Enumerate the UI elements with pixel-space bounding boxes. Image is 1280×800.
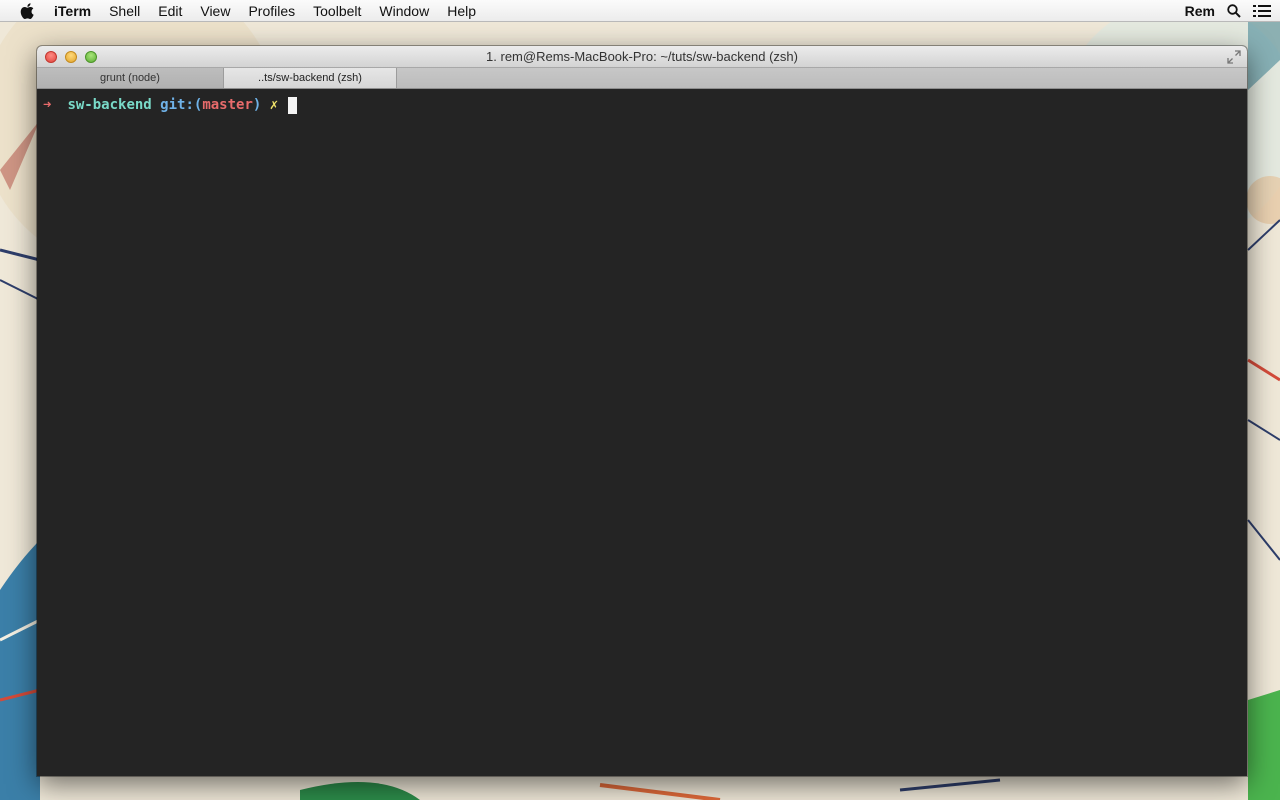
menu-user-name[interactable]: Rem xyxy=(1176,0,1224,22)
apple-logo-icon[interactable] xyxy=(19,2,35,20)
window-titlebar[interactable]: 1. rem@Rems-MacBook-Pro: ~/tuts/sw-backe… xyxy=(37,46,1247,68)
notification-list-icon[interactable] xyxy=(1252,0,1272,22)
shell-prompt: ➜ sw-backend git:(master) ✗ xyxy=(43,96,298,114)
terminal-output[interactable]: ➜ sw-backend git:(master) ✗ xyxy=(37,89,1247,776)
menu-window[interactable]: Window xyxy=(370,0,438,22)
search-icon[interactable] xyxy=(1224,0,1244,22)
terminal-window: 1. rem@Rems-MacBook-Pro: ~/tuts/sw-backe… xyxy=(37,46,1247,776)
menu-extras: Rem xyxy=(1176,0,1280,22)
prompt-git-label: git: xyxy=(160,97,194,113)
fullscreen-icon[interactable] xyxy=(1227,50,1241,64)
menu-shell[interactable]: Shell xyxy=(100,0,149,22)
tab-sw-backend[interactable]: ..ts/sw-backend (zsh) xyxy=(224,68,397,88)
tab-bar: grunt (node) ..ts/sw-backend (zsh) xyxy=(37,68,1247,89)
prompt-branch-open: ( xyxy=(193,97,203,113)
menu-edit[interactable]: Edit xyxy=(149,0,191,22)
window-title: 1. rem@Rems-MacBook-Pro: ~/tuts/sw-backe… xyxy=(486,49,798,64)
menu-help[interactable]: Help xyxy=(438,0,485,22)
prompt-dirty-mark: ✗ xyxy=(269,97,279,113)
menu-toolbelt[interactable]: Toolbelt xyxy=(304,0,370,22)
menu-profiles[interactable]: Profiles xyxy=(239,0,304,22)
text-cursor xyxy=(288,96,298,114)
prompt-directory: sw-backend xyxy=(67,97,152,113)
tab-grunt[interactable]: grunt (node) xyxy=(37,68,224,88)
menu-view[interactable]: View xyxy=(191,0,239,22)
prompt-branch: master xyxy=(202,97,253,113)
menu-bar: iTerm Shell Edit View Profiles Toolbelt … xyxy=(0,0,1280,22)
menu-app-iterm[interactable]: iTerm xyxy=(54,0,100,22)
prompt-branch-close: ) xyxy=(252,97,262,113)
prompt-arrow-icon: ➜ xyxy=(43,97,52,113)
